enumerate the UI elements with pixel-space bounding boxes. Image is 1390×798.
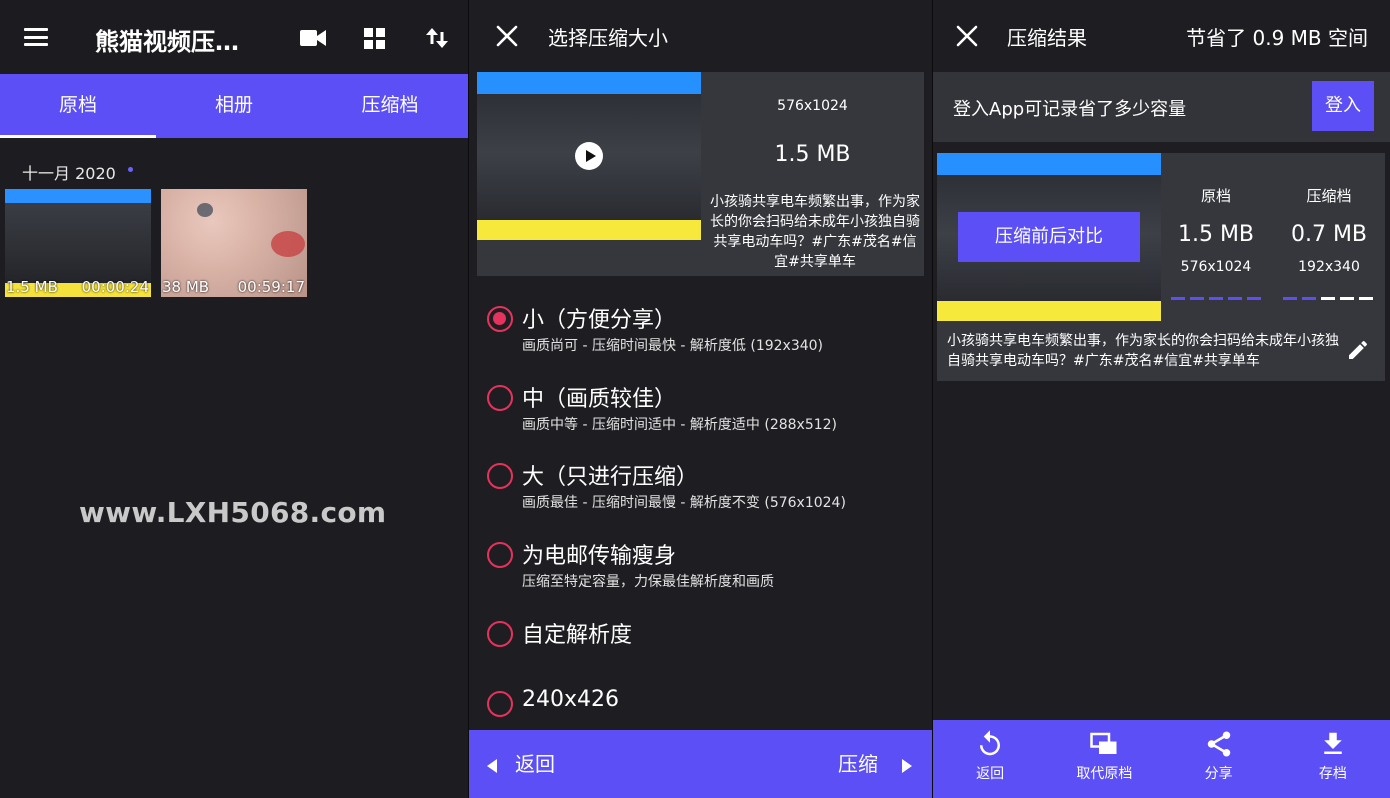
menu-icon[interactable] — [24, 28, 48, 46]
original-label: 原档 — [1200, 187, 1231, 205]
video-description: 小孩骑共享电车频繁出事，作为家长的你会扫码给未成年小孩独自骑共享电动车吗？#广东… — [710, 194, 920, 270]
app-title: 熊猫视频压… — [95, 28, 239, 56]
original-size: 1.5 MB — [1177, 222, 1255, 247]
compressed-resolution: 192x340 — [1298, 259, 1360, 275]
pencil-icon[interactable] — [1346, 338, 1370, 362]
panel-video-list: 熊猫视频压… 原档 相册 压缩档 十一月 2020 1.5 MB 00:00:2… — [0, 0, 468, 798]
thumbnail-image-detail — [271, 231, 305, 257]
option-title: 240x426 — [522, 687, 620, 712]
back-arrow-icon — [487, 758, 497, 773]
tab-bar: 原档 相册 压缩档 — [0, 74, 468, 138]
video-preview[interactable]: 压缩前后对比 — [937, 153, 1161, 321]
bottom-action-bar: 返回 取代原档 分享 存档 — [933, 720, 1390, 798]
option-title: 为电邮传输瘦身 — [522, 544, 677, 569]
radio-button[interactable] — [487, 621, 513, 647]
video-preview[interactable] — [477, 72, 701, 240]
thumbnail-size: 1.5 MB — [6, 278, 58, 296]
video-size: 1.5 MB — [774, 142, 851, 167]
play-icon[interactable] — [575, 142, 603, 170]
share-icon — [1207, 731, 1230, 757]
page-title: 选择压缩大小 — [548, 26, 668, 50]
compress-button[interactable]: 压缩 — [838, 730, 912, 798]
video-info-card: 576x1024 1.5 MB 小孩骑共享电车频繁出事，作为家长的你会扫码给未成… — [477, 72, 924, 276]
watermark-text: www.LXH5068.com — [79, 496, 387, 529]
radio-button[interactable] — [487, 542, 513, 568]
app-toolbar: 熊猫视频压… — [0, 0, 468, 74]
action-label: 返回 — [976, 766, 1005, 782]
grid-icon[interactable] — [364, 28, 385, 49]
option-title: 中（画质较佳） — [522, 387, 677, 412]
radio-button[interactable] — [487, 691, 513, 717]
subtitle-strip — [937, 301, 1161, 321]
compress-label: 压缩 — [838, 752, 878, 776]
video-resolution: 576x1024 — [777, 98, 848, 114]
sort-icon[interactable] — [426, 26, 448, 50]
tab-original[interactable]: 原档 — [0, 74, 156, 138]
thumbnail-image-detail — [197, 203, 213, 217]
close-icon[interactable] — [956, 25, 978, 47]
video-thumbnail[interactable]: 38 MB 00:59:17 — [161, 189, 307, 297]
compressed-stats: 压缩档 0.7 MB 192x340 — [1274, 185, 1384, 275]
radio-button[interactable] — [487, 306, 513, 332]
original-quality-bar — [1171, 297, 1261, 301]
date-header: 十一月 2020 — [22, 164, 116, 183]
saved-space-text: 节省了 0.9 MB 空间 — [1186, 26, 1368, 50]
replace-original-button[interactable]: 取代原档 — [1047, 720, 1161, 798]
option-title: 大（只进行压缩） — [522, 465, 699, 490]
back-label: 返回 — [515, 752, 555, 776]
tab-compressed[interactable]: 压缩档 — [312, 74, 468, 138]
video-camera-icon[interactable] — [300, 29, 326, 47]
option-subtitle: 画质中等 - 压缩时间适中 - 解析度适中 (288x512) — [522, 417, 838, 433]
option-subtitle: 画质尚可 - 压缩时间最快 - 解析度低 (192x340) — [522, 338, 824, 354]
thumbnail-duration: 00:59:17 — [237, 278, 305, 296]
date-indicator-dot — [128, 167, 133, 172]
subtitle-strip — [477, 220, 701, 240]
panel-compress-result: 压缩结果 节省了 0.9 MB 空间 登入App可记录省了多少容量 登入 压缩前… — [933, 0, 1390, 798]
action-label: 存档 — [1318, 766, 1347, 782]
undo-icon — [980, 730, 1001, 756]
result-card: 压缩前后对比 原档 1.5 MB 576x1024 压缩档 0.7 MB 192… — [937, 153, 1385, 381]
bottom-action-bar: 返回 压缩 — [469, 730, 932, 798]
thumbnail-caption: 1.5 MB 00:00:24 — [6, 278, 151, 296]
compressed-quality-bar — [1283, 297, 1373, 301]
undo-button[interactable]: 返回 — [933, 720, 1047, 798]
original-resolution: 576x1024 — [1180, 259, 1252, 275]
page-title: 压缩结果 — [1007, 26, 1087, 50]
save-button[interactable]: 存档 — [1276, 720, 1390, 798]
thumbnail-caption: 38 MB 00:59:17 — [162, 278, 307, 296]
action-label: 取代原档 — [1076, 766, 1133, 782]
thumbnail-duration: 00:00:24 — [81, 278, 149, 296]
radio-button[interactable] — [487, 463, 513, 489]
compressed-size: 0.7 MB — [1290, 222, 1368, 247]
option-subtitle: 压缩至特定容量，力保最佳解析度和画质 — [522, 574, 774, 590]
tab-album[interactable]: 相册 — [156, 74, 312, 138]
login-prompt: 登入App可记录省了多少容量 — [953, 99, 1187, 120]
compressed-label: 压缩档 — [1306, 187, 1352, 205]
compare-button[interactable]: 压缩前后对比 — [958, 212, 1140, 262]
panel-select-size: 选择压缩大小 576x1024 1.5 MB 小孩骑共享电车频繁出事，作为家长的… — [469, 0, 932, 798]
share-button[interactable]: 分享 — [1162, 720, 1276, 798]
download-icon — [1324, 732, 1342, 754]
video-description: 小孩骑共享电车频繁出事，作为家长的你会扫码给未成年小孩独自骑共享电动车吗？#广东… — [947, 333, 1339, 369]
original-stats: 原档 1.5 MB 576x1024 — [1161, 185, 1271, 275]
login-button[interactable]: 登入 — [1312, 81, 1374, 131]
login-banner: 登入App可记录省了多少容量 登入 — [933, 72, 1390, 142]
back-button[interactable]: 返回 — [487, 730, 555, 798]
option-title: 自定解析度 — [522, 623, 633, 648]
close-icon[interactable] — [496, 25, 518, 47]
thumbnail-size: 38 MB — [162, 278, 210, 296]
radio-button[interactable] — [487, 385, 513, 411]
option-subtitle: 画质最佳 - 压缩时间最慢 - 解析度不变 (576x1024) — [522, 495, 846, 511]
replace-icon — [1090, 732, 1117, 754]
video-thumbnail[interactable]: 1.5 MB 00:00:24 — [5, 189, 151, 297]
forward-arrow-icon — [902, 758, 912, 773]
option-title: 小（方便分享） — [522, 308, 677, 333]
action-label: 分享 — [1204, 766, 1233, 782]
